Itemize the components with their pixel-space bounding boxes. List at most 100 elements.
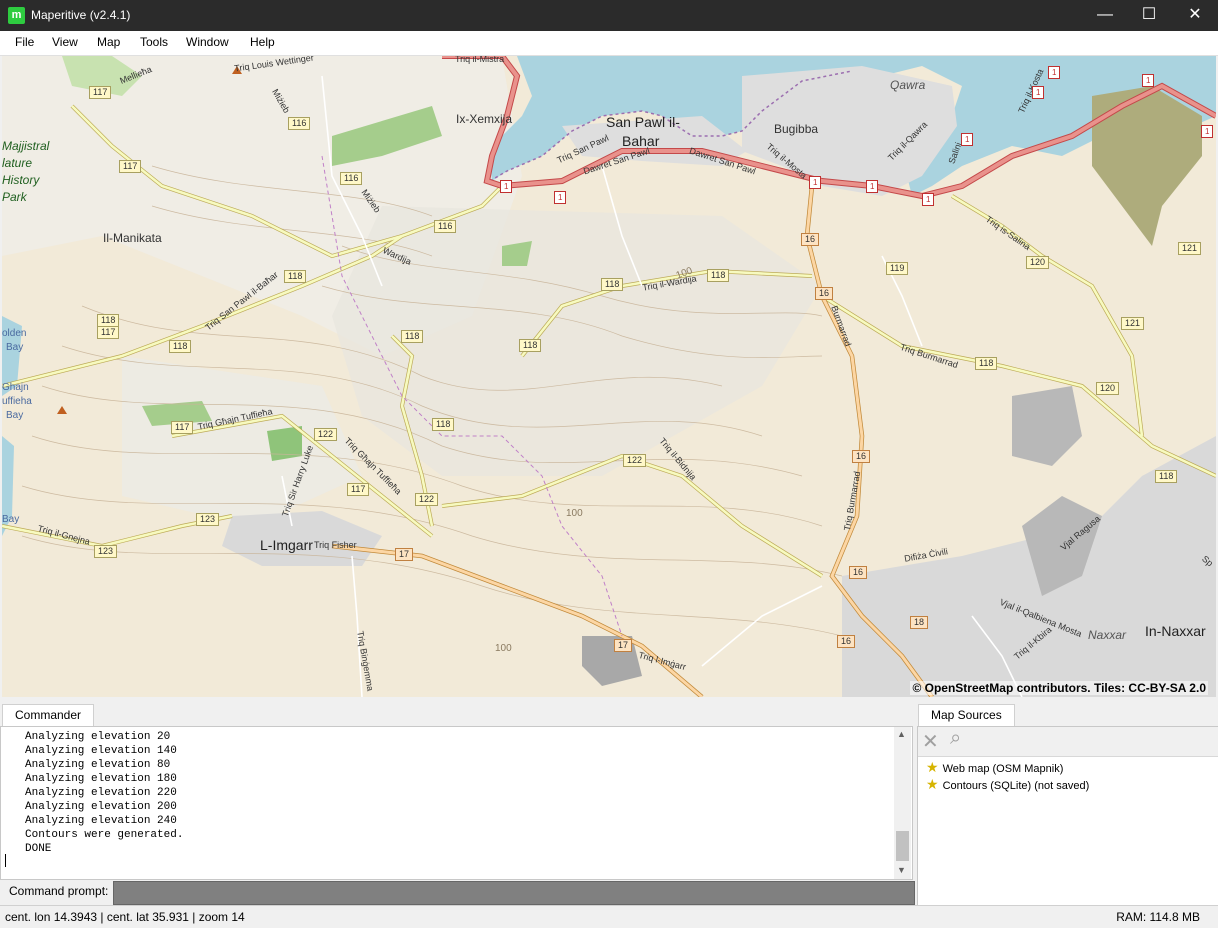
commander-output[interactable]: Analyzing elevation 20 Analyzing elevati… <box>0 726 913 880</box>
place-label: Qawra <box>890 78 926 92</box>
lower-panels: Commander Map Sources Analyzing elevatio… <box>0 699 1218 906</box>
log-line: DONE <box>25 843 52 855</box>
road-shield: 120 <box>1026 256 1050 269</box>
road-shield: 123 <box>94 545 118 558</box>
road-shield: 118 <box>975 357 998 370</box>
menu-view[interactable]: View <box>52 35 78 49</box>
road-shield: 121 <box>1178 242 1202 255</box>
map-source-item[interactable]: ★ Contours (SQLite) (not saved) <box>926 776 1089 793</box>
road-shield: 118 <box>601 278 624 291</box>
menu-file[interactable]: File <box>15 35 34 49</box>
road-shield: 16 <box>852 450 871 463</box>
remove-source-icon[interactable]: ✕ <box>922 729 939 754</box>
place-label: olden <box>2 328 27 339</box>
road-shield: 117 <box>347 483 370 496</box>
map-source-item[interactable]: ★ Web map (OSM Mapnik) <box>926 759 1063 776</box>
commander-scrollbar[interactable]: ▲ ▼ <box>894 727 911 879</box>
place-label: San Pawl il- <box>606 114 680 130</box>
place-label: Bay <box>6 410 24 421</box>
place-label: Park <box>2 190 27 204</box>
log-line: Analyzing elevation 20 <box>25 731 171 743</box>
road-shield: 123 <box>196 513 220 526</box>
road-shield: 120 <box>1096 382 1120 395</box>
place-label: Ghajn <box>2 382 29 393</box>
place-label: Bugibba <box>774 122 819 136</box>
road-shield: 117 <box>97 326 120 339</box>
map-position-status: cent. lon 14.3943 | cent. lat 35.931 | z… <box>5 910 245 924</box>
road-shield: 1 <box>1048 66 1061 79</box>
menu-map[interactable]: Map <box>97 35 120 49</box>
road-shield: 1 <box>500 180 513 193</box>
road-shield: 118 <box>169 340 192 353</box>
road-shield: 116 <box>434 220 457 233</box>
road-shield: 118 <box>432 418 455 431</box>
road-label: Triq il-Mistra <box>455 56 505 64</box>
road-shield: 16 <box>815 287 834 300</box>
maximize-button[interactable]: ☐ <box>1126 0 1172 31</box>
place-label: Naxxar <box>1088 628 1127 642</box>
scrollbar-thumb[interactable] <box>896 831 909 861</box>
road-label: Triq Fisher <box>314 540 357 550</box>
road-shield: 117 <box>171 421 194 434</box>
road-shield: 119 <box>886 262 909 275</box>
tab-commander[interactable]: Commander <box>2 704 95 726</box>
window-title: Maperitive (v2.4.1) <box>31 8 131 22</box>
command-prompt-label: Command prompt: <box>9 884 109 898</box>
log-line: Contours were generated. <box>25 829 184 841</box>
close-button[interactable]: ✕ <box>1172 0 1218 31</box>
road-shield: 118 <box>707 269 730 282</box>
star-icon: ★ <box>926 759 939 775</box>
road-shield: 1 <box>922 193 935 206</box>
scroll-down-icon[interactable]: ▼ <box>897 865 906 875</box>
menu-bar: File View Map Tools Window Help <box>0 31 1218 56</box>
road-shield: 117 <box>89 86 112 99</box>
app-icon: m <box>8 7 25 24</box>
log-line: Analyzing elevation 220 <box>25 787 177 799</box>
place-label: In-Naxxar <box>1145 623 1206 639</box>
minimize-button[interactable]: — <box>1082 0 1128 31</box>
command-prompt-input[interactable] <box>113 881 915 905</box>
road-shield: 122 <box>314 428 338 441</box>
road-shield: 17 <box>614 639 633 652</box>
place-label: lature <box>2 156 33 170</box>
map-source-label: Web map (OSM Mapnik) <box>942 763 1064 775</box>
place-label: Il-Manikata <box>103 231 162 245</box>
road-shield: 122 <box>415 493 439 506</box>
road-shield: 116 <box>340 172 363 185</box>
map-tiles <box>2 56 1216 697</box>
road-shield: 1 <box>554 191 567 204</box>
menu-window[interactable]: Window <box>186 35 229 49</box>
map-attribution: © OpenStreetMap contributors. Tiles: CC-… <box>910 681 1208 695</box>
contour-label: 100 <box>566 508 583 519</box>
zoom-to-source-icon[interactable]: ⌕ <box>950 727 961 750</box>
scroll-up-icon[interactable]: ▲ <box>897 729 906 739</box>
log-line: Analyzing elevation 80 <box>25 759 171 771</box>
place-label: Ix-Xemxija <box>456 112 513 126</box>
road-shield: 16 <box>801 233 820 246</box>
road-shield: 1 <box>866 180 879 193</box>
road-shield: 117 <box>119 160 142 173</box>
place-label: L-Imgarr <box>260 537 313 553</box>
map-view[interactable]: Ix-Xemxija San Pawl il- Bahar Bugibba Qa… <box>2 56 1216 697</box>
tab-map-sources[interactable]: Map Sources <box>918 704 1015 726</box>
road-shield: 118 <box>519 339 542 352</box>
place-label: Bay <box>2 514 20 525</box>
road-shield: 1 <box>961 133 974 146</box>
road-shield: 118 <box>401 330 424 343</box>
road-shield: 18 <box>910 616 929 629</box>
log-line: Analyzing elevation 200 <box>25 801 177 813</box>
star-icon: ★ <box>926 776 939 792</box>
place-label: History <box>2 173 40 187</box>
log-line: Analyzing elevation 240 <box>25 815 177 827</box>
road-shield: 1 <box>1142 74 1155 87</box>
menu-help[interactable]: Help <box>250 35 275 49</box>
map-source-label: Contours (SQLite) (not saved) <box>942 780 1090 792</box>
road-shield: 17 <box>395 548 414 561</box>
road-shield: 1 <box>809 176 822 189</box>
ram-usage: RAM: 114.8 MB <box>1116 910 1200 924</box>
road-shield: 116 <box>288 117 311 130</box>
map-sources-toolbar: ✕ ⌕ <box>918 727 1218 757</box>
menu-tools[interactable]: Tools <box>140 35 168 49</box>
road-shield: 1 <box>1032 86 1045 99</box>
road-shield: 122 <box>623 454 647 467</box>
